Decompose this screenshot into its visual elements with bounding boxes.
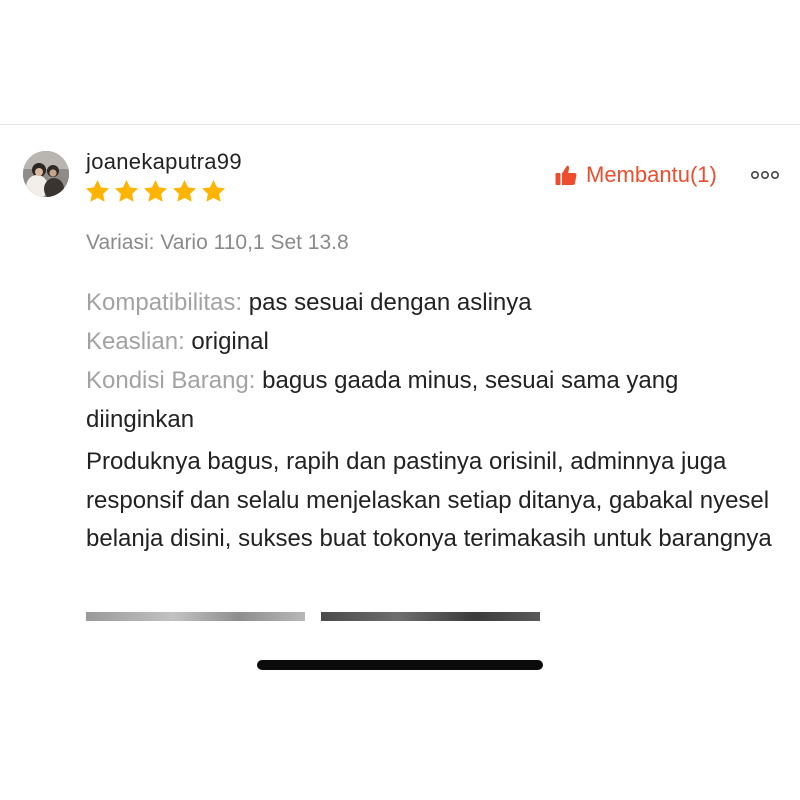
variation-value: Vario 110,1 Set 13.8	[160, 231, 349, 254]
reviewer-username[interactable]: joanekaputra99	[86, 149, 242, 175]
review-image-thumbnail[interactable]	[321, 612, 540, 621]
review-body: Produknya bagus, rapih dan pastinya oris…	[86, 448, 772, 552]
attribute-key: Kompatibilitas:	[86, 289, 243, 316]
helpful-label: Membantu(1)	[586, 162, 717, 187]
more-options-button[interactable]	[748, 163, 782, 187]
attribute-authenticity: Keaslian: original	[86, 322, 776, 361]
rating-stars	[84, 178, 227, 206]
top-divider	[0, 124, 800, 125]
avatar-photo	[23, 151, 69, 197]
attribute-condition: Kondisi Barang: bagus gaada minus, sesua…	[86, 361, 776, 439]
star-icon	[144, 180, 167, 202]
attribute-value: pas sesuai dengan aslinya	[248, 289, 532, 316]
attribute-key: Keaslian:	[86, 328, 185, 355]
attribute-compatibility: Kompatibilitas: pas sesuai dengan asliny…	[86, 283, 776, 322]
review-media	[86, 612, 540, 621]
attribute-value: original	[191, 328, 269, 355]
star-icon	[173, 180, 196, 202]
more-options-icon	[750, 170, 779, 180]
home-indicator[interactable]	[257, 660, 543, 670]
thumbs-up-icon	[555, 165, 577, 185]
star-icon	[86, 180, 109, 202]
review-attributes: Kompatibilitas: pas sesuai dengan asliny…	[86, 283, 776, 439]
star-icon	[115, 180, 138, 202]
variation-label: Variasi:	[86, 231, 155, 254]
review-image-thumbnail[interactable]	[86, 612, 305, 621]
attribute-key: Kondisi Barang:	[86, 367, 256, 394]
star-icon	[202, 180, 225, 202]
helpful-button[interactable]: Membantu(1)	[554, 160, 717, 190]
avatar[interactable]	[23, 151, 69, 197]
variation-info: Variasi: Vario 110,1 Set 13.8	[86, 231, 349, 255]
